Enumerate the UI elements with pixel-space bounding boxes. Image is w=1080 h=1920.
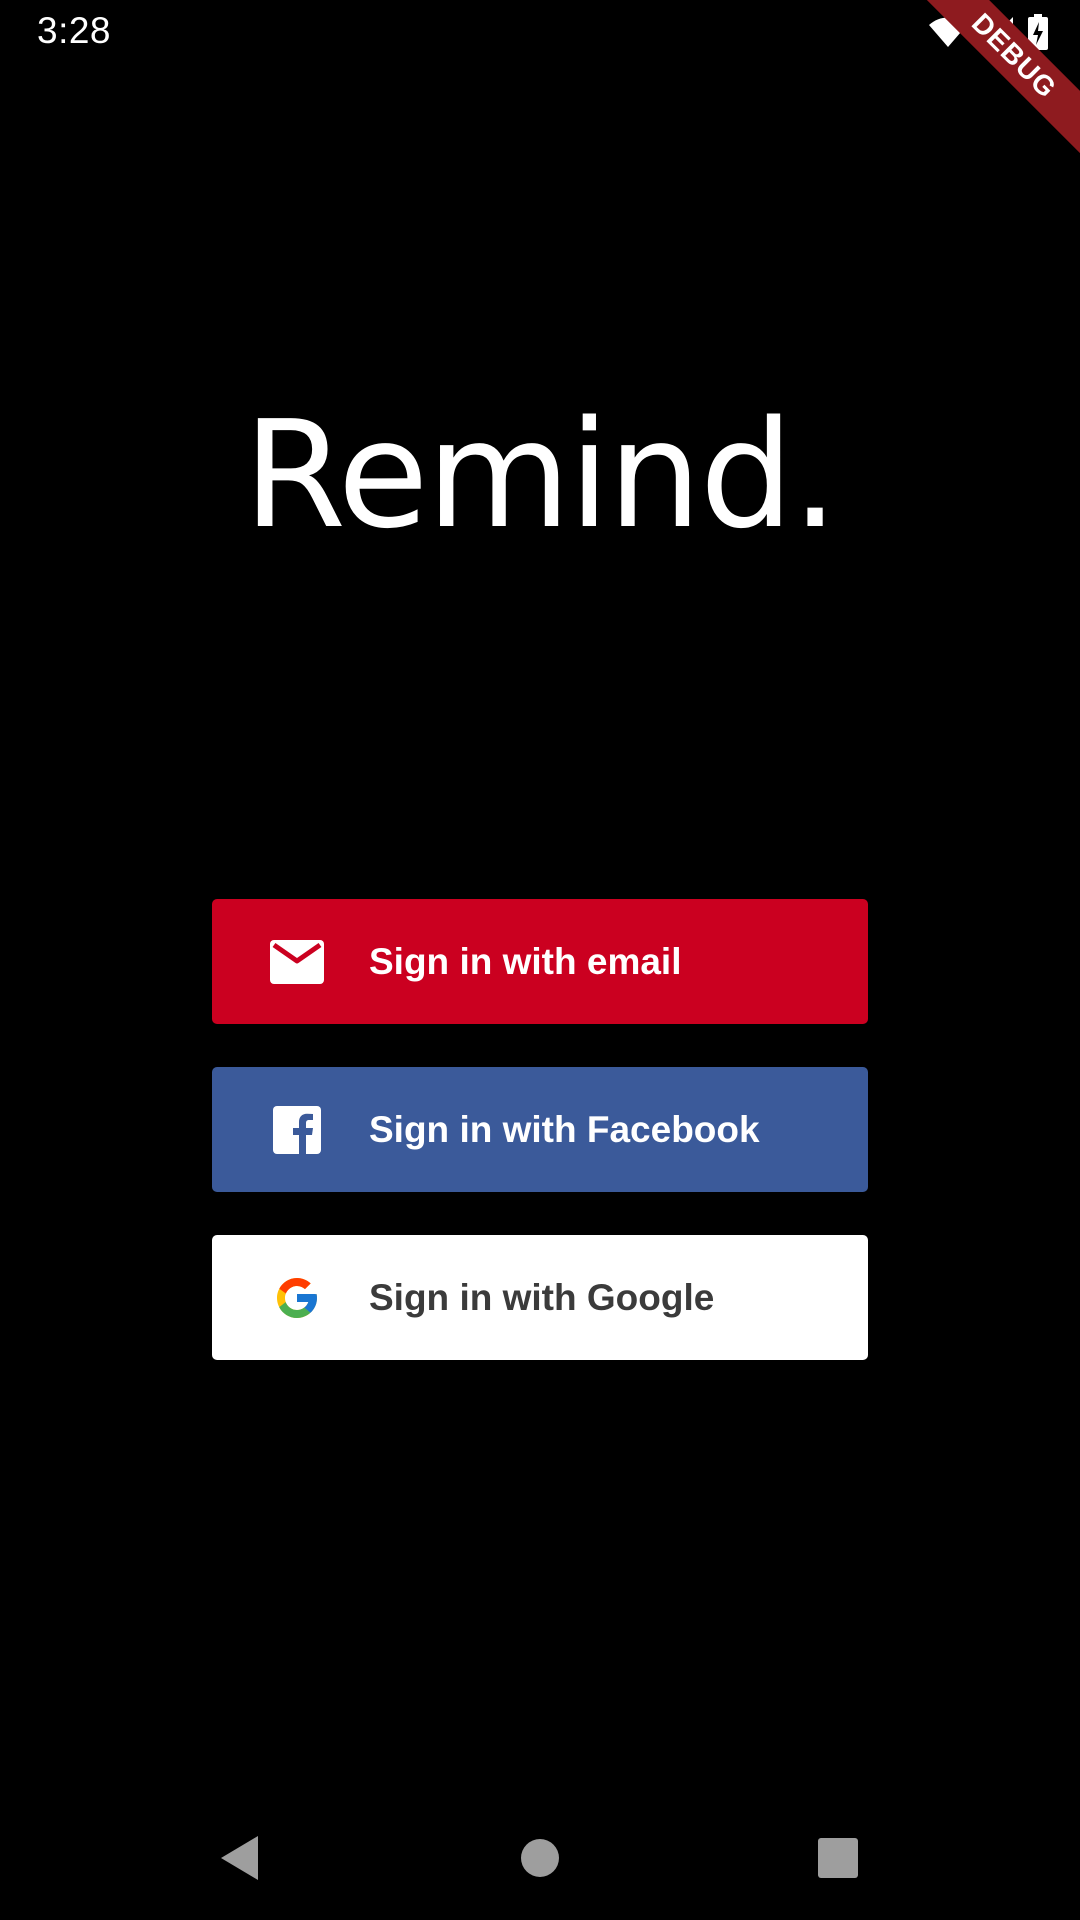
recents-icon: [818, 1837, 858, 1883]
cellular-signal-icon: [982, 16, 1014, 48]
recents-button[interactable]: [808, 1830, 868, 1890]
battery-charging-icon: [1028, 14, 1048, 50]
sign-in-facebook-label: Sign in with Facebook: [369, 1108, 760, 1150]
wifi-icon: [928, 16, 968, 48]
home-button[interactable]: [510, 1830, 570, 1890]
back-button[interactable]: [210, 1830, 270, 1890]
auth-buttons: Sign in with email Sign in with Facebook…: [212, 899, 868, 1403]
sign-in-google-label: Sign in with Google: [369, 1276, 715, 1318]
status-bar: 3:28: [0, 0, 1080, 64]
status-icons: [928, 12, 1048, 52]
home-icon: [520, 1838, 560, 1883]
sign-in-google-button[interactable]: Sign in with Google: [212, 1235, 868, 1360]
navigation-bar: [0, 1800, 1080, 1920]
email-icon: [270, 935, 324, 989]
back-icon: [218, 1834, 262, 1887]
sign-in-facebook-button[interactable]: Sign in with Facebook: [212, 1067, 868, 1192]
sign-in-email-button[interactable]: Sign in with email: [212, 899, 868, 1024]
facebook-icon: [270, 1103, 324, 1157]
sign-in-email-label: Sign in with email: [369, 940, 682, 982]
app-title: Remind.: [243, 389, 838, 561]
google-icon: [270, 1271, 324, 1325]
status-time: 3:28: [37, 10, 112, 51]
